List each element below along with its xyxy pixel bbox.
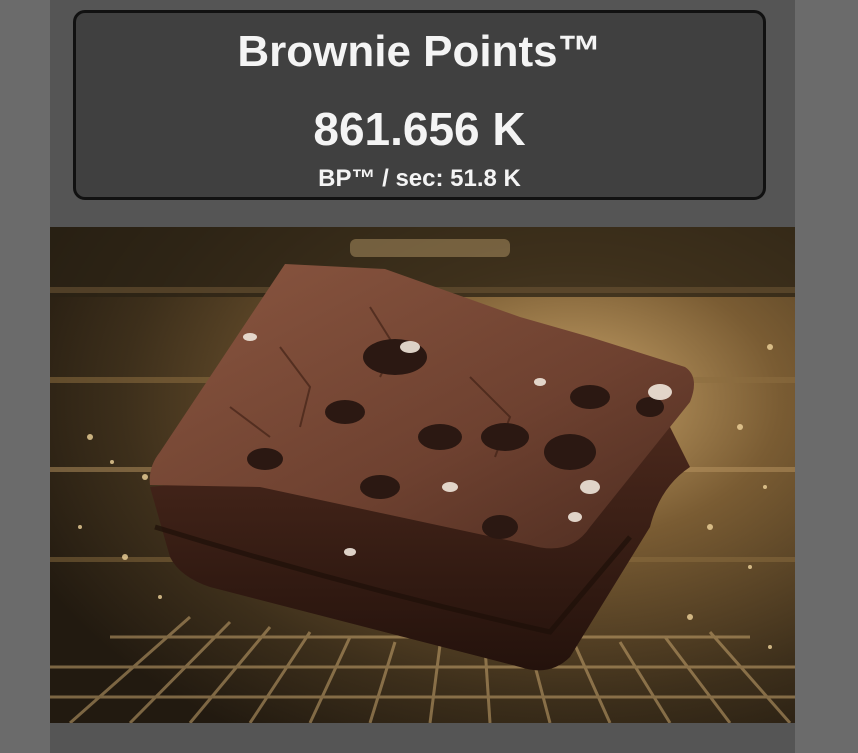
- game-column: Brownie Points™ 861.656 K BP™ / sec: 51.…: [50, 0, 795, 753]
- score-panel: Brownie Points™ 861.656 K BP™ / sec: 51.…: [73, 10, 766, 200]
- rate-label: BP™ / sec:: [318, 165, 444, 192]
- oven-scene: [50, 227, 795, 723]
- points-per-second: BP™ / sec: 51.8 K: [76, 165, 763, 193]
- rate-value: 51.8 K: [450, 165, 521, 192]
- points-counter: 861.656 K: [313, 103, 526, 155]
- oven-light: [350, 239, 510, 257]
- oven-background: [50, 227, 795, 723]
- game-title: Brownie Points™: [237, 27, 602, 76]
